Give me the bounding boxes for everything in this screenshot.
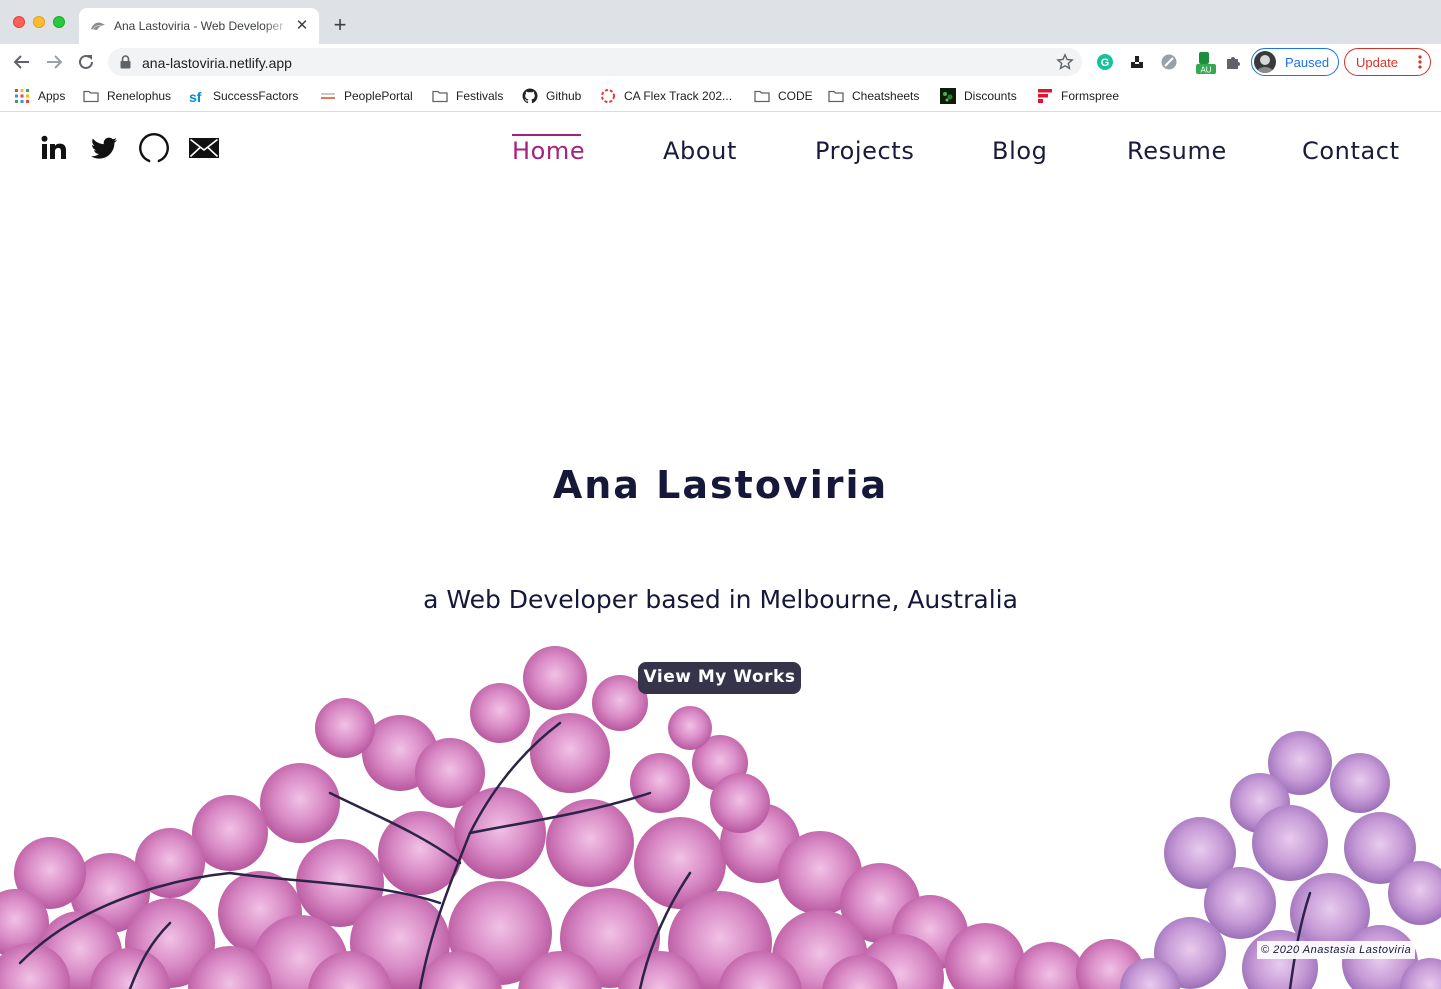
profile-status: Paused — [1285, 55, 1330, 70]
bookmark-cheatsheets[interactable]: Cheatsheets — [828, 86, 919, 106]
inbox-extension-icon[interactable] — [1128, 53, 1146, 71]
linkedin-icon[interactable] — [39, 133, 69, 163]
new-tab-button[interactable]: + — [330, 14, 350, 36]
email-icon[interactable] — [188, 133, 220, 163]
maximize-window-button[interactable] — [53, 16, 65, 28]
bookmark-star-icon[interactable] — [1056, 53, 1074, 71]
peopleportal-icon — [321, 93, 335, 99]
twitter-icon[interactable] — [89, 133, 119, 163]
bookmark-label: PeoplePortal — [344, 89, 413, 103]
github-icon[interactable] — [138, 132, 170, 164]
bookmark-label: Cheatsheets — [852, 89, 920, 103]
svg-text:AU: AU — [1200, 66, 1211, 75]
nav-blog[interactable]: Blog — [992, 137, 1047, 165]
bookmark-successfactors[interactable]: sf SuccessFactors — [189, 86, 298, 106]
update-button[interactable]: Update — [1344, 48, 1431, 76]
nav-home[interactable]: Home — [512, 137, 585, 165]
bookmark-label: Renelophus — [107, 89, 172, 103]
update-label: Update — [1356, 55, 1398, 70]
lock-icon — [120, 55, 131, 69]
bookmark-label: Formspree — [1061, 89, 1120, 103]
tab-strip: Ana Lastoviria - Web Developer ✕ + — [0, 0, 1441, 44]
hero-name: Ana Lastoviria — [552, 463, 889, 507]
bookmark-apps[interactable]: Apps — [14, 86, 65, 106]
svg-text:G: G — [1101, 57, 1110, 69]
bookmark-discounts[interactable]: Discounts — [940, 86, 1017, 106]
discounts-icon — [940, 88, 956, 104]
nav-resume[interactable]: Resume — [1127, 137, 1227, 165]
bookmark-formspree[interactable]: Formspree — [1037, 86, 1119, 106]
github-icon — [522, 88, 538, 104]
address-bar[interactable]: ana-lastoviria.netlify.app — [108, 48, 1082, 76]
bookmark-label: CODE — [778, 89, 813, 103]
bookmark-label: Github — [546, 89, 582, 103]
ca-flex-icon — [601, 89, 615, 103]
blocker-extension-icon[interactable] — [1160, 53, 1178, 71]
bookmark-label: CA Flex Track 202... — [624, 89, 733, 103]
avatar — [1254, 51, 1276, 73]
bookmark-renelophus[interactable]: Renelophus — [83, 86, 171, 106]
bookmark-label: Discounts — [964, 89, 1017, 103]
more-menu-icon — [1418, 55, 1422, 69]
au-extension-icon[interactable]: AU — [1196, 51, 1216, 75]
bookmark-festivals[interactable]: Festivals — [432, 86, 503, 106]
folder-icon — [83, 90, 99, 103]
extensions-puzzle-icon[interactable] — [1224, 53, 1242, 71]
view-my-works-button[interactable]: View My Works — [638, 662, 801, 694]
bookmarks-bar: Apps Renelophus sf SuccessFactors People… — [0, 80, 1441, 112]
browser-tab[interactable]: Ana Lastoviria - Web Developer ✕ — [79, 8, 319, 44]
bookmark-peopleportal[interactable]: PeoplePortal — [320, 86, 413, 106]
reload-icon[interactable] — [75, 51, 97, 73]
folder-icon — [432, 90, 448, 103]
bookmark-ca-flex[interactable]: CA Flex Track 202... — [600, 86, 732, 106]
folder-icon — [754, 90, 770, 103]
bird-favicon-icon — [91, 22, 105, 30]
web-page: Home About Projects Blog Resume Contact — [0, 113, 1441, 989]
grammarly-extension-icon[interactable]: G — [1096, 53, 1114, 71]
bookmark-label: SuccessFactors — [213, 89, 299, 103]
back-icon[interactable] — [11, 51, 33, 73]
apps-grid-icon — [15, 89, 29, 103]
bookmark-label: Festivals — [456, 89, 504, 103]
bookmark-github[interactable]: Github — [522, 86, 581, 106]
copyright-text: © 2020 Anastasia Lastoviria — [1257, 941, 1416, 959]
forward-icon[interactable] — [43, 51, 65, 73]
nav-projects[interactable]: Projects — [815, 137, 914, 165]
folder-icon — [828, 90, 844, 103]
successfactors-icon: sf — [189, 89, 202, 104]
profile-button[interactable]: Paused — [1251, 48, 1339, 76]
bookmark-code[interactable]: CODE — [754, 86, 813, 106]
browser-toolbar: ana-lastoviria.netlify.app G AU Paused U… — [0, 44, 1441, 80]
bookmark-label: Apps — [38, 89, 66, 103]
url-text: ana-lastoviria.netlify.app — [142, 55, 292, 71]
close-window-button[interactable] — [13, 16, 25, 28]
tab-close-icon[interactable]: ✕ — [293, 17, 311, 35]
active-nav-indicator — [512, 134, 581, 136]
nav-about[interactable]: About — [663, 137, 737, 165]
minimize-window-button[interactable] — [33, 16, 45, 28]
nav-contact[interactable]: Contact — [1302, 137, 1400, 165]
formspree-icon — [1038, 89, 1052, 103]
hero-tagline: a Web Developer based in Melbourne, Aust… — [423, 585, 1018, 614]
svg-text:sf: sf — [189, 89, 202, 104]
tab-title: Ana Lastoviria - Web Developer — [114, 19, 284, 33]
